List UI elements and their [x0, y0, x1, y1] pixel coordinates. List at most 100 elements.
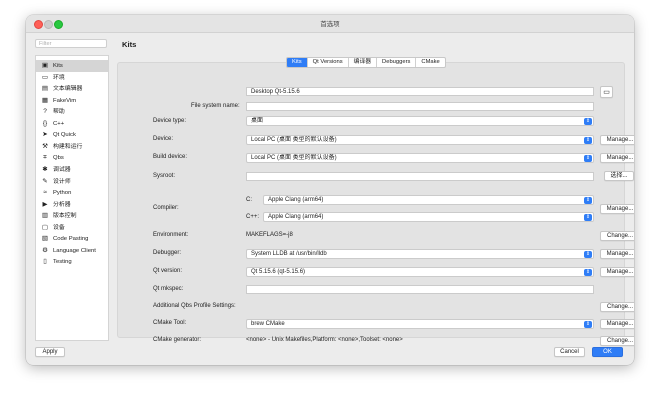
sidebar-item-label: C++	[53, 120, 65, 127]
qt-version-select[interactable]: Qt 5.15.6 (qt-5.15.6) ⇕	[246, 267, 594, 277]
ok-button[interactable]: OK	[592, 347, 623, 357]
monitor-icon: ▭	[41, 73, 49, 81]
language-client-icon: ⚙	[42, 246, 48, 254]
compiler-cpp-label: C++:	[246, 214, 260, 220]
code-pasting-icon: ▧	[41, 235, 49, 243]
build-device-select[interactable]: Local PC (桌面 类型的默认设备) ⇕	[246, 153, 594, 163]
chevron-updown-icon: ⇕	[584, 137, 592, 144]
sidebar-item-label: 版本控制	[53, 213, 77, 220]
device-select[interactable]: Local PC (桌面 类型的默认设备) ⇕	[246, 135, 594, 145]
cmake-tool-value: brew CMake	[251, 321, 285, 327]
devices-icon: ▢	[41, 223, 49, 231]
sysroot-browse-button[interactable]: 选择...	[604, 171, 634, 181]
chevron-updown-icon: ⇕	[584, 214, 592, 221]
device-label: Device:	[153, 136, 174, 142]
sidebar-item-label: 环境	[53, 74, 65, 81]
apply-button[interactable]: Apply	[35, 347, 65, 357]
sidebar-item-[interactable]: ✎ 设计师	[36, 176, 108, 188]
kit-icon-button[interactable]: ▭	[600, 86, 613, 98]
sidebar-item-fakevim[interactable]: ▦ FakeVim	[36, 95, 108, 107]
device-value: Local PC (桌面 类型的默认设备)	[251, 137, 337, 143]
kit-settings-panel: Desktop Qt-5.15.6 ▭ File system name: De…	[117, 62, 634, 346]
compiler-c-value: Apple Clang (arm64)	[268, 197, 324, 203]
help-icon: ?	[43, 108, 47, 116]
qt-version-manage-button[interactable]: Manage...	[600, 267, 634, 277]
page-title: Kits	[122, 40, 137, 49]
compiler-c-label: C:	[246, 197, 252, 203]
environment-value: MAKEFLAGS=-j8	[246, 232, 293, 238]
sidebar-item-qbs[interactable]: ⌗ Qbs	[36, 152, 108, 164]
sidebar-item-[interactable]: ▶ 分析器	[36, 199, 108, 211]
chevron-updown-icon: ⇕	[584, 118, 592, 125]
sysroot-label: Sysroot:	[153, 173, 176, 179]
sidebar-item-label: 帮助	[53, 109, 65, 116]
tab-0[interactable]: Kits	[287, 58, 308, 67]
cmake-tool-select[interactable]: brew CMake ⇕	[246, 319, 594, 329]
designer-icon: ✎	[42, 177, 48, 185]
tab-1[interactable]: Qt Versions	[308, 58, 349, 67]
qbs-icon: ⌗	[43, 154, 47, 162]
cmake-tool-manage-button[interactable]: Manage...	[600, 319, 634, 329]
cancel-button[interactable]: Cancel	[554, 347, 585, 357]
sidebar-item-[interactable]: ▤ 文本编辑器	[36, 83, 108, 95]
compiler-cpp-value: Apple Clang (arm64)	[268, 214, 324, 220]
build-run-icon: ⚒	[42, 142, 48, 150]
sidebar-item-[interactable]: ▢ 设备	[36, 222, 108, 234]
debugger-value: System LLDB at /usr/bin/lldb	[251, 251, 327, 257]
cpp-icon: {}	[42, 119, 48, 127]
chevron-updown-icon: ⇕	[584, 321, 592, 328]
tab-3[interactable]: Debuggers	[377, 58, 417, 67]
sidebar-item-code-pasting[interactable]: ▧ Code Pasting	[36, 233, 108, 245]
sidebar-item-[interactable]: ▭ 环境	[36, 72, 108, 84]
filter-input[interactable]: Filter	[35, 39, 107, 48]
sidebar-item-[interactable]: ✱ 调试器	[36, 164, 108, 176]
sidebar-item-kits[interactable]: ▣ Kits	[36, 60, 108, 72]
tab-4[interactable]: CMake	[416, 58, 444, 67]
sidebar-item-label: 调试器	[53, 166, 71, 173]
device-manage-button[interactable]: Manage...	[600, 135, 634, 145]
qt-mkspec-label: Qt mkspec:	[153, 286, 184, 292]
cmake-generator-change-button[interactable]: Change...	[600, 336, 634, 346]
debugger-icon: ✱	[42, 165, 48, 173]
kit-name-input[interactable]: Desktop Qt-5.15.6	[246, 87, 594, 96]
debugger-select[interactable]: System LLDB at /usr/bin/lldb ⇕	[246, 249, 594, 259]
python-icon: ≈	[43, 189, 47, 197]
qbs-profile-change-button[interactable]: Change...	[600, 302, 634, 312]
sidebar-item-label: Language Client	[53, 247, 96, 254]
chevron-updown-icon: ⇕	[584, 197, 592, 204]
sidebar-item-c[interactable]: {} C++	[36, 118, 108, 130]
sidebar: ▣ Kits ▭ 环境 ▤ 文本编辑器 ▦ FakeVim? 帮助 {} C++ ➤ Qt Quick ⚒…	[35, 55, 109, 341]
version-control-icon: ▥	[41, 212, 49, 220]
tab-2[interactable]: 编译器	[349, 58, 378, 67]
device-type-select[interactable]: 桌面 ⇕	[246, 116, 594, 126]
compiler-manage-button[interactable]: Manage...	[600, 204, 634, 214]
window-title: 首选项	[320, 21, 340, 28]
qbs-profile-label: Additional Qbs Profile Settings:	[153, 303, 236, 309]
sidebar-item-label: 设计师	[53, 178, 71, 185]
compiler-cpp-select[interactable]: Apple Clang (arm64) ⇕	[263, 212, 594, 222]
debugger-manage-button[interactable]: Manage...	[600, 249, 634, 259]
sysroot-input[interactable]	[246, 172, 594, 181]
qt-mkspec-input[interactable]	[246, 285, 594, 294]
sidebar-item-label: FakeVim	[53, 97, 77, 104]
device-type-value: 桌面	[251, 118, 264, 124]
sidebar-item-qt-quick[interactable]: ➤ Qt Quick	[36, 129, 108, 141]
sidebar-item-[interactable]: ? 帮助	[36, 106, 108, 118]
file-system-name-input[interactable]	[246, 102, 594, 111]
testing-icon: ▯	[43, 258, 47, 266]
sidebar-item-[interactable]: ⚒ 构建和运行	[36, 141, 108, 153]
sidebar-item-python[interactable]: ≈ Python	[36, 187, 108, 199]
environment-change-button[interactable]: Change...	[600, 231, 634, 241]
settings-tabs: Kits Qt Versions 编译器 Debuggers CMake	[286, 57, 446, 68]
environment-label: Environment:	[153, 232, 189, 238]
sidebar-item-language-client[interactable]: ⚙ Language Client	[36, 245, 108, 257]
compiler-c-select[interactable]: Apple Clang (arm64) ⇕	[263, 195, 594, 205]
sidebar-item-label: 文本编辑器	[53, 86, 83, 93]
sidebar-item-label: Qt Quick	[53, 132, 76, 139]
build-device-manage-button[interactable]: Manage...	[600, 153, 634, 163]
cmake-generator-value: <none> - Unix Makefiles,Platform: <none>…	[246, 337, 403, 343]
sidebar-item-[interactable]: ▥ 版本控制	[36, 210, 108, 222]
file-system-name-label: File system name:	[191, 103, 240, 109]
fakevim-icon: ▦	[41, 96, 49, 104]
sidebar-item-testing[interactable]: ▯ Testing	[36, 256, 108, 268]
